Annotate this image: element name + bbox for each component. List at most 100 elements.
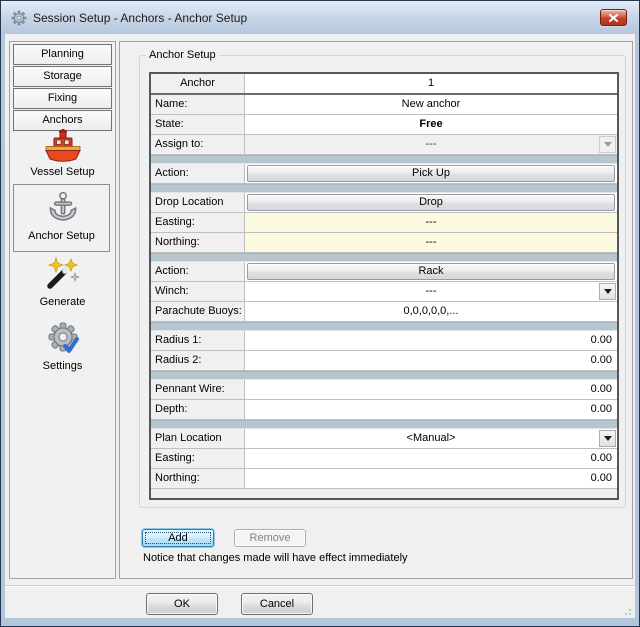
table-separator <box>151 322 617 331</box>
plan-location-value: <Manual> <box>407 432 456 444</box>
sidebar-item-label: Anchor Setup <box>28 230 95 242</box>
group-box-label: Anchor Setup <box>146 49 219 61</box>
dialog-client-area: Planning Storage Fixing Anchors Vessel S <box>5 34 635 618</box>
table-row: Depth: 0.00 <box>151 400 617 420</box>
table-row: Easting: 0.00 <box>151 449 617 469</box>
pick-up-button[interactable]: Pick Up <box>247 165 615 182</box>
row-label: Northing: <box>151 469 245 488</box>
sidebar-item-label: Vessel Setup <box>10 166 115 178</box>
drop-northing-field[interactable]: --- <box>245 233 617 252</box>
drop-easting-field[interactable]: --- <box>245 213 617 232</box>
tab-storage[interactable]: Storage <box>13 66 112 87</box>
winch-value: --- <box>426 285 437 297</box>
row-label: Name: <box>151 95 245 114</box>
pennant-wire-field[interactable]: 0.00 <box>245 380 617 399</box>
remove-button: Remove <box>234 529 306 547</box>
resize-grip-icon[interactable] <box>621 605 631 615</box>
row-label: Parachute Buoys: <box>151 302 245 321</box>
row-label: Radius 1: <box>151 331 245 350</box>
radius2-field[interactable]: 0.00 <box>245 351 617 370</box>
action-cell: Rack <box>245 262 617 281</box>
dropdown-arrow-icon <box>604 289 612 294</box>
close-button[interactable] <box>600 9 627 26</box>
rack-button[interactable]: Rack <box>247 263 615 280</box>
table-row: Drop Location Drop <box>151 193 617 213</box>
table-row: Parachute Buoys: 0,0,0,0,0,... <box>151 302 617 322</box>
table-separator <box>151 371 617 380</box>
window-title: Session Setup - Anchors - Anchor Setup <box>33 11 247 25</box>
sidebar-item-label: Settings <box>10 360 115 372</box>
sidebar-item-vessel-setup[interactable]: Vessel Setup <box>10 128 115 178</box>
table-row: Winch: --- <box>151 282 617 302</box>
notice-text: Notice that changes made will have effec… <box>143 552 408 564</box>
anchor-property-table: Anchor 1 Name: New anchor State: Free As… <box>149 72 619 500</box>
footer-divider <box>5 585 635 587</box>
table-row: Plan Location <Manual> <box>151 429 617 449</box>
table-separator <box>151 420 617 429</box>
row-label: Depth: <box>151 400 245 419</box>
drop-button[interactable]: Drop <box>247 194 615 211</box>
sidebar-panel: Planning Storage Fixing Anchors Vessel S <box>9 41 116 579</box>
sidebar-item-anchor-setup[interactable]: Anchor Setup <box>13 184 110 252</box>
settings-gear-icon <box>44 320 82 358</box>
anchor-icon <box>43 190 81 228</box>
tab-fixing[interactable]: Fixing <box>13 88 112 109</box>
assign-to-value: --- <box>426 138 437 150</box>
plan-northing-field[interactable]: 0.00 <box>245 469 617 488</box>
row-label: Pennant Wire: <box>151 380 245 399</box>
row-label: Action: <box>151 164 245 183</box>
anchor-number-cell: 1 <box>245 74 617 93</box>
sidebar-item-generate[interactable]: Generate <box>10 256 115 308</box>
table-separator <box>151 155 617 164</box>
table-row: Action: Rack <box>151 262 617 282</box>
winch-combo[interactable]: --- <box>245 282 617 301</box>
table-filler <box>151 489 617 498</box>
plan-location-dropdown-button <box>599 430 616 447</box>
main-panel: Anchor Setup Anchor 1 Name: New anchor S… <box>119 41 633 579</box>
tugboat-icon <box>43 128 83 164</box>
add-button[interactable]: Add <box>142 529 214 547</box>
row-label: Winch: <box>151 282 245 301</box>
action-cell: Pick Up <box>245 164 617 183</box>
table-separator <box>151 184 617 193</box>
state-value: Free <box>245 115 617 134</box>
table-row: Northing: --- <box>151 233 617 253</box>
table-row: Assign to: --- <box>151 135 617 155</box>
row-label: Easting: <box>151 449 245 468</box>
table-header-row: Anchor 1 <box>151 74 617 95</box>
table-row: Radius 2: 0.00 <box>151 351 617 371</box>
cancel-button[interactable]: Cancel <box>241 593 313 615</box>
name-field[interactable]: New anchor <box>245 95 617 114</box>
plan-location-combo[interactable]: <Manual> <box>245 429 617 448</box>
sidebar-item-label: Generate <box>10 296 115 308</box>
close-icon <box>609 14 618 22</box>
table-separator <box>151 253 617 262</box>
row-label: Plan Location <box>151 429 245 448</box>
plan-easting-field[interactable]: 0.00 <box>245 449 617 468</box>
ok-button[interactable]: OK <box>146 593 218 615</box>
title-bar: Session Setup - Anchors - Anchor Setup <box>2 2 638 34</box>
depth-field[interactable]: 0.00 <box>245 400 617 419</box>
radius1-field[interactable]: 0.00 <box>245 331 617 350</box>
assign-to-combo: --- <box>245 135 617 154</box>
table-row: Easting: --- <box>151 213 617 233</box>
anchor-column-header: Anchor <box>151 74 245 93</box>
app-gear-icon <box>11 10 27 26</box>
magic-wand-icon <box>44 256 82 294</box>
tab-planning[interactable]: Planning <box>13 44 112 65</box>
dropdown-arrow-icon <box>604 142 612 147</box>
table-row: Name: New anchor <box>151 95 617 115</box>
table-row: Action: Pick Up <box>151 164 617 184</box>
parachute-buoys-field[interactable]: 0,0,0,0,0,... <box>245 302 617 321</box>
table-row: Northing: 0.00 <box>151 469 617 489</box>
row-label: Assign to: <box>151 135 245 154</box>
assign-to-dropdown-button <box>599 136 616 153</box>
table-row: State: Free <box>151 115 617 135</box>
row-label: Action: <box>151 262 245 281</box>
table-row: Radius 1: 0.00 <box>151 331 617 351</box>
sidebar-item-settings[interactable]: Settings <box>10 320 115 372</box>
row-label: Northing: <box>151 233 245 252</box>
row-label: Easting: <box>151 213 245 232</box>
winch-dropdown-button <box>599 283 616 300</box>
dialog-window: Session Setup - Anchors - Anchor Setup P… <box>0 0 640 627</box>
